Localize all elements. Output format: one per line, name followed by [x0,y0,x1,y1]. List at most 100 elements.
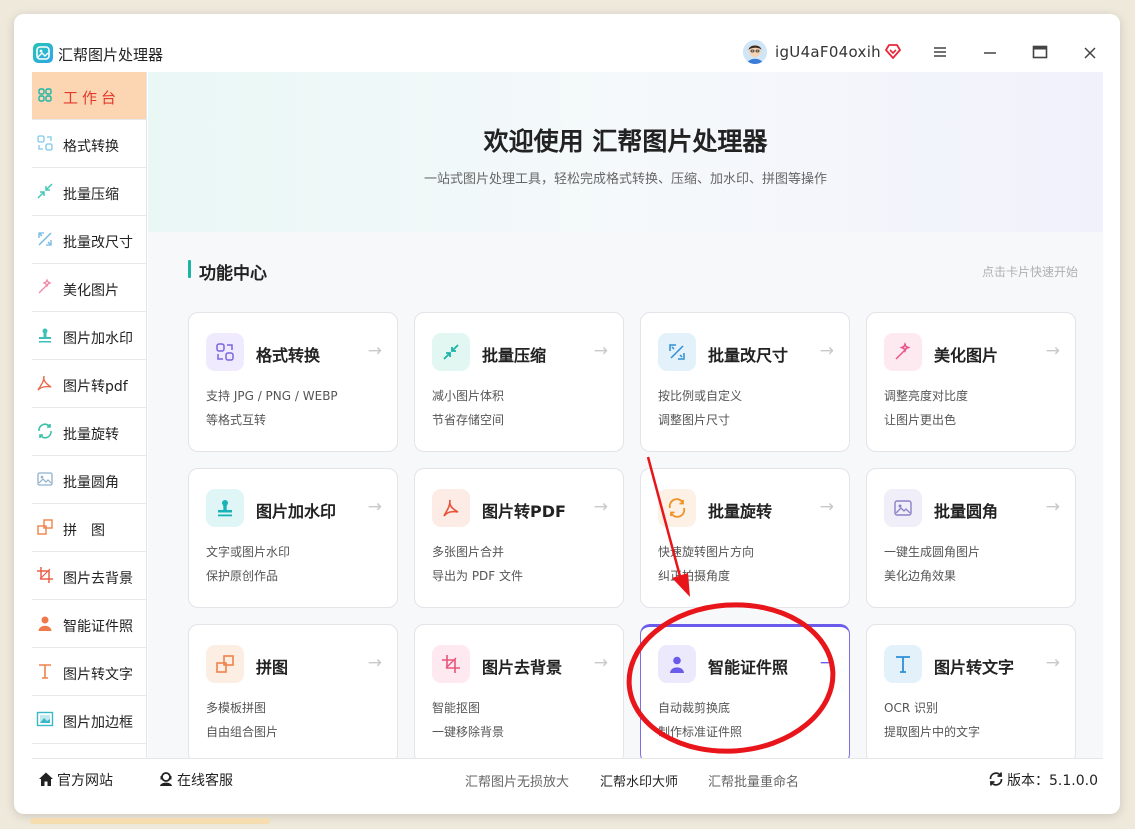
home-icon [38,771,54,791]
arrow-right-icon: → [593,653,608,673]
beautify-icon [884,333,922,371]
status-bar: 官方网站 在线客服 汇帮图片无损放大 汇帮水印大师 汇帮批量重命名 版本：5.1… [32,758,1103,796]
card-desc: 调整图片尺寸 [658,413,731,427]
arrow-right-icon: → [367,341,382,361]
card-to-pdf[interactable]: 图片转PDF → 多张图片合并 导出为 PDF 文件 [414,468,624,608]
card-title: 图片去背景 [482,658,563,677]
round-corner-icon [36,470,54,488]
username[interactable]: igU4aF04oxih [775,43,881,61]
avatar[interactable] [743,40,767,64]
sidebar-item-label: 批量圆角 [63,475,119,491]
refresh-icon [988,771,1004,791]
sidebar-item-batch-compress[interactable]: 批量压缩 [32,168,146,216]
card-desc: 减小图片体积 [432,389,505,403]
sidebar-item-add-frame[interactable]: 图片加边框 [32,696,146,744]
card-batch-compress[interactable]: 批量压缩 → 减小图片体积 节省存储空间 [414,312,624,452]
text-icon [36,662,54,680]
card-title: 图片加水印 [256,502,337,521]
app-logo-icon [33,43,53,63]
card-title: 格式转换 [256,346,321,365]
card-title: 美化图片 [934,346,999,365]
person-icon [36,614,54,632]
welcome-banner: 欢迎使用 汇帮图片处理器 一站式图片处理工具，轻松完成格式转换、压缩、加水印、拼… [148,72,1103,232]
batch-rename-link[interactable]: 汇帮批量重命名 [708,771,799,790]
card-batch-rotate[interactable]: 批量旋转 → 快速旋转图片方向 纠正拍摄角度 [640,468,850,608]
card-desc: OCR 识别 [884,701,938,715]
sidebar-item-workbench[interactable]: 工作台 [32,72,146,120]
sidebar-item-id-photo[interactable]: 智能证件照 [32,600,146,648]
card-format-convert[interactable]: 格式转换 → 支持 JPG / PNG / WEBP 等格式互转 [188,312,398,452]
text-icon [884,645,922,683]
sidebar-item-watermark[interactable]: 图片加水印 [32,312,146,360]
card-title: 批量圆角 [934,502,999,521]
arrow-right-icon: → [367,653,382,673]
card-batch-resize[interactable]: 批量改尺寸 → 按比例或自定义 调整图片尺寸 [640,312,850,452]
sidebar-item-label: 批量压缩 [63,187,119,203]
arrow-right-icon: → [819,341,834,361]
watermark-master-link[interactable]: 汇帮水印大师 [600,771,678,790]
title-bar: 汇帮图片处理器 igU4aF04oxih [14,14,1120,72]
arrow-right-icon: → [367,497,382,517]
card-desc: 调整亮度对比度 [884,389,969,403]
person-icon [658,645,696,683]
sidebar-item-label: 智能证件照 [63,619,133,635]
beautify-icon [36,278,54,296]
card-desc: 多模板拼图 [206,701,267,715]
card-desc: 导出为 PDF 文件 [432,569,524,583]
section-accent-bar [188,260,191,278]
taskbar-strip [30,818,270,824]
official-website-link[interactable]: 官方网站 [38,770,113,791]
card-title: 智能证件照 [708,658,789,677]
online-support-link[interactable]: 在线客服 [158,770,233,791]
card-remove-bg[interactable]: 图片去背景 → 智能抠图 一键移除背景 [414,624,624,764]
sidebar-item-to-text[interactable]: 图片转文字 [32,648,146,696]
sidebar-item-beautify[interactable]: 美化图片 [32,264,146,312]
card-title: 批量旋转 [708,502,773,521]
maximize-icon[interactable] [1028,40,1052,64]
sidebar-item-label: 美化图片 [63,283,119,299]
watermark-icon [206,489,244,527]
card-desc: 美化边角效果 [884,569,957,583]
grid-icon [36,86,54,104]
card-desc: 一键生成圆角图片 [884,545,981,559]
pdf-icon [432,489,470,527]
page-subtitle: 一站式图片处理工具，轻松完成格式转换、压缩、加水印、拼图等操作 [423,172,827,187]
card-id-photo[interactable]: 智能证件照 → 自动裁剪换底 制作标准证件照 [640,624,850,764]
card-round-corner[interactable]: 批量圆角 → 一键生成圆角图片 美化边角效果 [866,468,1076,608]
app-window: 汇帮图片处理器 igU4aF04oxih 工作台 格式转换 批量压缩 批量改尺寸… [14,14,1120,814]
card-collage[interactable]: 拼图 → 多模板拼图 自由组合图片 [188,624,398,764]
sidebar-item-collage[interactable]: 拼 图 [32,504,146,552]
card-title: 拼图 [256,658,289,677]
card-watermark[interactable]: 图片加水印 → 文字或图片水印 保护原创作品 [188,468,398,608]
close-icon[interactable] [1078,40,1102,64]
card-desc: 提取图片中的文字 [884,725,981,739]
arrow-right-icon: → [593,341,608,361]
lossless-upscale-link[interactable]: 汇帮图片无损放大 [465,771,569,790]
arrow-right-icon: → [819,497,834,517]
sidebar-item-to-pdf[interactable]: 图片转pdf [32,360,146,408]
card-desc: 制作标准证件照 [658,725,743,739]
sidebar-item-label: 图片去背景 [63,571,133,587]
sidebar-item-remove-bg[interactable]: 图片去背景 [32,552,146,600]
vip-diamond-icon[interactable] [884,42,902,64]
collage-icon [206,645,244,683]
card-title: 批量改尺寸 [708,346,789,365]
card-desc: 一键移除背景 [432,725,505,739]
sidebar-item-batch-rotate[interactable]: 批量旋转 [32,408,146,456]
sidebar-item-batch-resize[interactable]: 批量改尺寸 [32,216,146,264]
card-desc: 自动裁剪换底 [658,701,731,715]
sidebar-item-round-corner[interactable]: 批量圆角 [32,456,146,504]
compress-icon [36,182,54,200]
version-info[interactable]: 版本：5.1.0.0 [988,770,1098,791]
sidebar-item-label: 图片转pdf [63,379,128,395]
minimize-icon[interactable] [978,40,1002,64]
card-beautify[interactable]: 美化图片 → 调整亮度对比度 让图片更出色 [866,312,1076,452]
card-desc: 节省存储空间 [432,413,505,427]
card-desc: 保护原创作品 [206,569,279,583]
sidebar: 工作台 格式转换 批量压缩 批量改尺寸 美化图片 图片加水印 图片转pdf 批量… [32,72,147,758]
menu-icon[interactable] [928,40,952,64]
sidebar-item-label: 图片加水印 [63,331,133,347]
sidebar-item-label: 批量改尺寸 [63,235,133,251]
card-to-text[interactable]: 图片转文字 → OCR 识别 提取图片中的文字 [866,624,1076,764]
sidebar-item-format-convert[interactable]: 格式转换 [32,120,146,168]
